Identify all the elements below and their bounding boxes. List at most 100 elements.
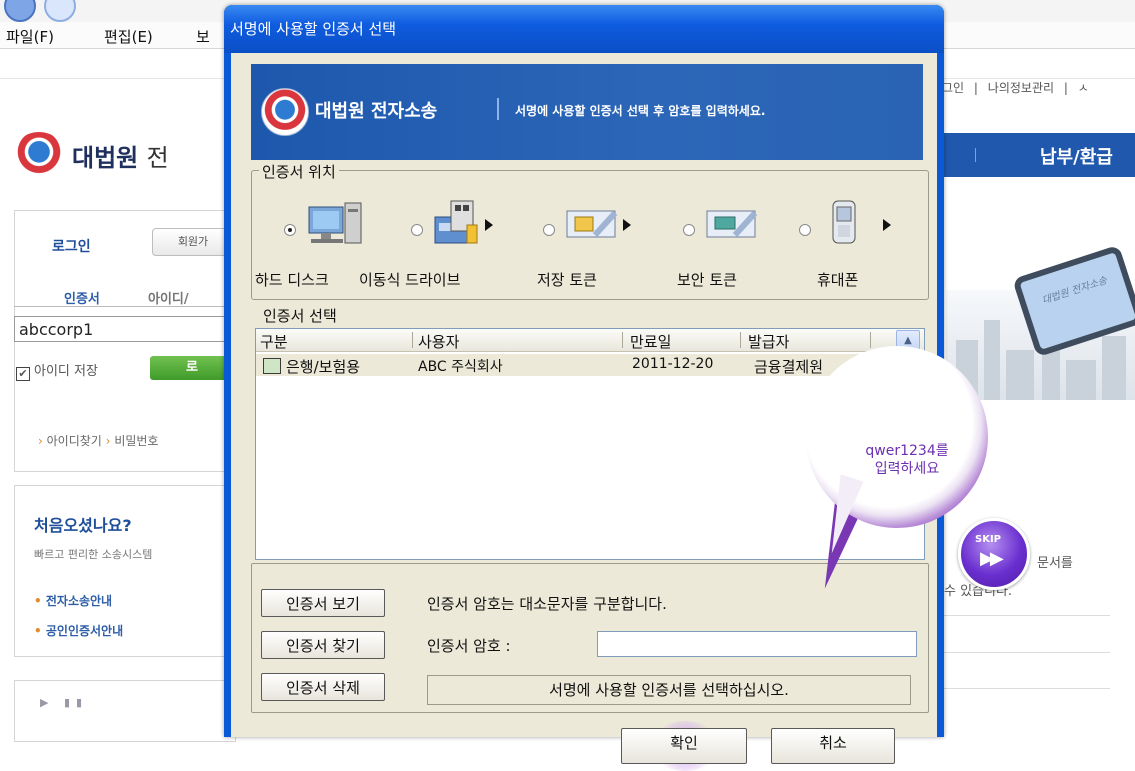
- link-e-litigation-guide[interactable]: • 전자소송안내: [34, 592, 112, 609]
- radio-removable-drive[interactable]: [411, 224, 423, 236]
- ok-button[interactable]: 확인: [621, 728, 747, 764]
- find-links: › 아이디찾기 › 비밀번호: [38, 432, 158, 449]
- menu-view[interactable]: 보: [196, 26, 210, 47]
- password-label: 인증서 암호 :: [427, 637, 511, 655]
- expand-arrow-icon[interactable]: [623, 219, 631, 231]
- find-password-link[interactable]: 비밀번호: [114, 434, 158, 448]
- play-pause-icon[interactable]: ▶ ▮▮: [40, 696, 88, 709]
- radio-security-token[interactable]: [683, 224, 695, 236]
- status-message: 서명에 사용할 인증서를 선택하십시오.: [427, 675, 911, 705]
- link-label: 전자소송안내: [45, 594, 113, 608]
- bubble-line-2: 입력하세요: [874, 461, 940, 477]
- radio-storage-token[interactable]: [543, 224, 555, 236]
- bullet-icon: •: [34, 624, 46, 638]
- save-id-checkbox[interactable]: ✔ 아이디 저장: [16, 360, 98, 381]
- expand-arrow-icon[interactable]: [883, 219, 891, 231]
- bubble-line-1: qwer1234를: [865, 443, 949, 459]
- radio-mobile-phone[interactable]: [799, 224, 811, 236]
- column-divider[interactable]: [412, 332, 413, 348]
- link-separator: |: [1063, 81, 1068, 95]
- dialog-title: 서명에 사용할 인증서 선택: [230, 20, 397, 38]
- fast-forward-icon[interactable]: ▶▶: [980, 548, 1004, 569]
- tab-certificate-login[interactable]: 인증서: [64, 288, 100, 307]
- column-header-expiry[interactable]: 만료일: [630, 331, 671, 352]
- cancel-button[interactable]: 취소: [771, 728, 895, 764]
- column-divider[interactable]: [622, 332, 623, 348]
- bullet-icon: •: [34, 594, 46, 608]
- dialog-titlebar[interactable]: 서명에 사용할 인증서 선택: [224, 5, 944, 53]
- column-divider[interactable]: [740, 332, 741, 348]
- bubble-hint-text: qwer1234를 입력하세요: [842, 442, 972, 478]
- forward-button-icon[interactable]: [44, 0, 76, 22]
- delete-certificate-button[interactable]: 인증서 삭제: [261, 673, 385, 701]
- cell-type[interactable]: 은행/보험용: [286, 356, 360, 377]
- banner-org-name: 대법원 전자소송: [315, 101, 438, 122]
- link-label: 공인인증서안내: [45, 624, 124, 638]
- login-title: 로그인: [52, 239, 91, 255]
- column-header-issuer[interactable]: 발급자: [748, 331, 789, 352]
- cell-issuer[interactable]: 금융결제원: [754, 356, 823, 377]
- security-token-icon[interactable]: [705, 207, 759, 241]
- link-certificate-guide[interactable]: • 공인인증서안내: [34, 622, 123, 639]
- view-certificate-button[interactable]: 인증서 보기: [261, 589, 385, 617]
- welcome-subtitle: 빠르고 편리한 소송시스템: [34, 548, 153, 561]
- removable-drive-icon[interactable]: [431, 199, 481, 247]
- link-more[interactable]: ㅅ: [1078, 81, 1089, 95]
- find-id-link[interactable]: 아이디찾기: [47, 434, 102, 448]
- cert-location-legend: 인증서 위치: [259, 161, 339, 182]
- cell-expiry[interactable]: 2011-12-20: [632, 356, 713, 372]
- back-button-icon[interactable]: [4, 0, 36, 22]
- top-links: 그인 | 나의정보관리 | ㅅ: [942, 79, 1095, 96]
- nav-separator: [975, 148, 976, 162]
- label-removable-drive[interactable]: 이동식 드라이브: [359, 269, 460, 290]
- dialog-banner: 대법원 전자소송 서명에 사용할 인증서 선택 후 암호를 입력하세요.: [251, 64, 923, 160]
- cert-select-legend: 인증서 선택: [263, 307, 337, 325]
- link-login[interactable]: 그인: [942, 81, 964, 95]
- certificate-icon: [263, 358, 281, 374]
- mobile-phone-icon[interactable]: [829, 199, 859, 245]
- cert-list-header: 구분 사용자 만료일 발급자 ▲: [256, 329, 924, 352]
- save-id-label: 아이디 저장: [34, 364, 98, 379]
- hard-disk-icon[interactable]: [307, 201, 363, 247]
- logo-text: 대법원: [72, 144, 139, 172]
- storage-token-icon[interactable]: [565, 207, 619, 241]
- case-sensitivity-note: 인증서 암호는 대소문자를 구분합니다.: [427, 595, 667, 613]
- link-my-info[interactable]: 나의정보관리: [988, 81, 1054, 95]
- menu-edit[interactable]: 편집(E): [104, 26, 153, 47]
- nav-item-payment-refund[interactable]: 납부/환급: [1040, 143, 1113, 169]
- member-signup-button[interactable]: 회원가: [152, 228, 234, 256]
- banner-message: 서명에 사용할 인증서 선택 후 암호를 입력하세요.: [515, 104, 766, 118]
- arrow-icon: ›: [105, 434, 111, 448]
- banner-separator: [497, 98, 499, 120]
- expand-arrow-icon[interactable]: [485, 219, 493, 231]
- checkbox-check-icon[interactable]: ✔: [16, 367, 30, 381]
- divider: [944, 615, 1110, 616]
- arrow-icon: ›: [38, 434, 43, 448]
- find-certificate-button[interactable]: 인증서 찾기: [261, 631, 385, 659]
- media-panel: [14, 680, 236, 742]
- right-info-text: 문서를: [1037, 556, 1073, 571]
- label-mobile-phone[interactable]: 휴대폰: [817, 269, 858, 290]
- label-storage-token[interactable]: 저장 토큰: [537, 269, 597, 290]
- court-emblem-icon: [14, 132, 64, 176]
- link-separator: |: [973, 81, 978, 95]
- divider: [944, 688, 1110, 689]
- radio-hard-disk[interactable]: [284, 224, 296, 236]
- logo-text-2: 전: [146, 144, 169, 172]
- column-divider[interactable]: [870, 332, 871, 348]
- cell-user[interactable]: ABC 주식회사: [418, 356, 503, 376]
- label-security-token[interactable]: 보안 토큰: [677, 269, 737, 290]
- tab-divider: [14, 306, 234, 307]
- column-header-type[interactable]: 구분: [260, 331, 288, 352]
- column-header-user[interactable]: 사용자: [418, 331, 459, 352]
- password-input[interactable]: [597, 631, 917, 657]
- skip-label[interactable]: SKIP: [975, 534, 1001, 545]
- divider: [944, 652, 1110, 653]
- court-emblem-icon: [261, 88, 309, 136]
- login-button[interactable]: 로: [150, 356, 234, 380]
- label-hard-disk[interactable]: 하드 디스크: [255, 269, 329, 290]
- welcome-title: 처음오셨나요?: [34, 516, 132, 535]
- menu-file[interactable]: 파일(F): [6, 26, 54, 47]
- user-id-input[interactable]: abccorp1: [14, 316, 234, 342]
- tab-id-login[interactable]: 아이디/: [148, 288, 189, 307]
